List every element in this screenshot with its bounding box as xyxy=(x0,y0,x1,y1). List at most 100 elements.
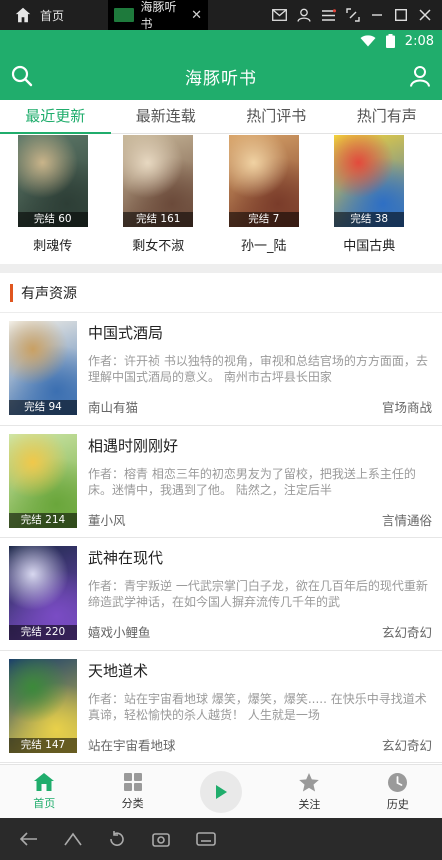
book-title: 武神在现代 xyxy=(88,549,164,567)
featured-book-title: 刺魂传 xyxy=(33,239,73,254)
home-icon xyxy=(34,773,55,791)
book-title: 相遇时刚刚好 xyxy=(88,436,179,455)
status-badge: 完结 161 xyxy=(123,212,194,227)
emulator-home-label: 首页 xyxy=(40,8,65,23)
book-narrator: 站在宇宙看地球 xyxy=(88,737,176,753)
list-item[interactable]: 完结 147 天地道术 作者：站在宇宙看地球 爆笑，爆笑，爆笑..... 在快乐… xyxy=(0,651,442,763)
section-accent-bar xyxy=(10,283,13,302)
play-icon xyxy=(216,784,228,799)
nav-follow-label: 关注 xyxy=(298,797,321,811)
bottom-navigation: 首页 分类 关注 历史 xyxy=(0,764,442,818)
system-navigation xyxy=(0,818,442,860)
tab-new-serial[interactable]: 最新连载 xyxy=(111,100,222,133)
close-window-icon[interactable] xyxy=(418,8,432,22)
book-description: 作者：榕青 相恋三年的初恋男友为了留校，把我送上系主任的床。迷情中，我遇到了他。… xyxy=(88,466,416,497)
category-tabs: 最近更新 最新连载 热门评书 热门有声 xyxy=(0,100,442,134)
nav-category[interactable]: 分类 xyxy=(88,765,176,818)
status-badge: 完结 38 xyxy=(334,212,405,227)
book-cover: 完结 60 xyxy=(17,135,88,227)
list-item[interactable]: 完结 94 中国式酒局 作者：许开祯 书以独特的视角，审视和总结官场的方方面面，… xyxy=(0,313,442,426)
featured-book[interactable]: 完结 7 孙一_陆 xyxy=(211,134,317,260)
book-description: 作者：许开祯 书以独特的视角，审视和总结官场的方方面面，去理解中国式酒局的意义。… xyxy=(88,354,428,384)
book-genre: 玄幻奇幻 xyxy=(381,625,432,640)
star-icon xyxy=(299,772,320,791)
featured-book[interactable]: 完结 38 中国古典 xyxy=(317,134,423,260)
keyboard-icon[interactable] xyxy=(196,832,216,846)
mail-icon[interactable] xyxy=(272,9,287,21)
emulator-tab-label: 海豚听书 xyxy=(140,0,177,31)
nav-follow[interactable]: 关注 xyxy=(265,765,353,818)
battery-icon xyxy=(385,34,395,48)
book-narrator: 南山有猫 xyxy=(88,400,139,415)
featured-books: 完结 60 刺魂传 完结 161 剩女不淑 完结 7 孙一_陆 完结 38 中国… xyxy=(0,134,442,260)
home-icon xyxy=(15,7,31,23)
nav-category-label: 分类 xyxy=(121,797,144,810)
emulator-toolbar xyxy=(272,8,442,22)
featured-book-title: 剩女不淑 xyxy=(132,239,185,254)
close-tab-icon[interactable]: ✕ xyxy=(191,8,202,23)
app-header: 海豚听书 xyxy=(0,52,442,100)
book-title: 天地道术 xyxy=(88,661,149,680)
minimize-icon[interactable] xyxy=(370,8,384,22)
home-outline-icon[interactable] xyxy=(64,832,82,846)
wifi-icon xyxy=(360,35,376,47)
featured-book[interactable]: 完结 60 刺魂传 xyxy=(0,134,106,260)
book-narrator: 嬉戏小鲤鱼 xyxy=(88,625,151,640)
search-icon[interactable] xyxy=(10,64,34,88)
status-badge: 完结 147 xyxy=(9,737,77,753)
clock-icon xyxy=(388,772,408,792)
status-badge: 完结 220 xyxy=(9,625,77,640)
book-title: 中国式酒局 xyxy=(88,324,164,342)
book-cover: 完结 214 xyxy=(9,433,77,528)
book-genre: 官场商战 xyxy=(381,400,432,415)
list-item[interactable]: 完结 214 相遇时刚刚好 作者：榕青 相恋三年的初恋男友为了留校，把我送上系主… xyxy=(0,426,442,538)
book-description: 作者：站在宇宙看地球 爆笑，爆笑，爆笑..... 在快乐中寻找道术真谛，轻松愉快… xyxy=(88,691,427,722)
featured-book[interactable]: 完结 161 剩女不淑 xyxy=(106,134,212,260)
play-button[interactable] xyxy=(200,770,243,813)
account-icon[interactable] xyxy=(297,8,311,22)
book-cover: 完结 38 xyxy=(334,135,405,227)
maximize-icon[interactable] xyxy=(394,8,408,22)
resize-icon[interactable] xyxy=(346,8,360,22)
book-cover: 完结 94 xyxy=(9,321,77,415)
book-genre: 玄幻奇幻 xyxy=(381,737,432,753)
rotate-icon[interactable] xyxy=(108,831,126,847)
tab-latest-update[interactable]: 最近更新 xyxy=(0,100,111,134)
emulator-title-bar: 首页 海豚听书 ✕ xyxy=(0,0,442,31)
grid-icon xyxy=(123,773,142,791)
section-divider xyxy=(0,264,442,273)
tab-hot-audio[interactable]: 热门有声 xyxy=(332,100,442,133)
screenshot-icon[interactable] xyxy=(152,831,170,847)
book-cover: 完结 147 xyxy=(9,658,77,753)
nav-play xyxy=(177,765,265,818)
list-item[interactable]: 完结 220 武神在现代 作者：青宇叛逆 一代武宗掌门白子龙，欲在几百年后的现代… xyxy=(0,538,442,651)
status-badge: 完结 94 xyxy=(9,400,77,415)
featured-book-title: 中国古典 xyxy=(343,239,396,254)
tab-hot-storytelling[interactable]: 热门评书 xyxy=(221,100,332,133)
book-genre: 言情通俗 xyxy=(381,512,432,528)
app-thumbnail-icon xyxy=(114,8,135,22)
nav-history[interactable]: 历史 xyxy=(354,765,442,818)
book-narrator: 董小风 xyxy=(88,512,126,528)
status-badge: 完结 7 xyxy=(228,212,299,227)
book-cover: 完结 161 xyxy=(123,135,194,227)
section-header: 有声资源 xyxy=(0,273,442,313)
emulator-home-tab[interactable]: 首页 xyxy=(0,0,108,30)
emulator-app-tab[interactable]: 海豚听书 ✕ xyxy=(108,0,208,31)
user-icon[interactable] xyxy=(408,64,432,88)
book-cover: 完结 7 xyxy=(228,135,299,227)
nav-home-label: 首页 xyxy=(33,797,56,810)
nav-history-label: 历史 xyxy=(386,797,409,811)
status-time: 2:08 xyxy=(404,33,434,49)
page-title: 海豚听书 xyxy=(185,68,257,89)
section-title: 有声资源 xyxy=(21,285,77,302)
nav-home[interactable]: 首页 xyxy=(0,765,88,818)
featured-book-title: 孙一_陆 xyxy=(240,239,287,254)
back-icon[interactable] xyxy=(20,832,38,846)
book-cover: 完结 220 xyxy=(9,546,77,640)
status-badge: 完结 60 xyxy=(17,212,88,227)
menu-icon[interactable] xyxy=(321,8,336,22)
book-description: 作者：青宇叛逆 一代武宗掌门白子龙，欲在几百年后的现代重新缔造武学神话，在如今国… xyxy=(88,579,428,609)
book-list: 完结 94 中国式酒局 作者：许开祯 书以独特的视角，审视和总结官场的方方面面，… xyxy=(0,313,442,763)
status-badge: 完结 214 xyxy=(9,512,77,528)
